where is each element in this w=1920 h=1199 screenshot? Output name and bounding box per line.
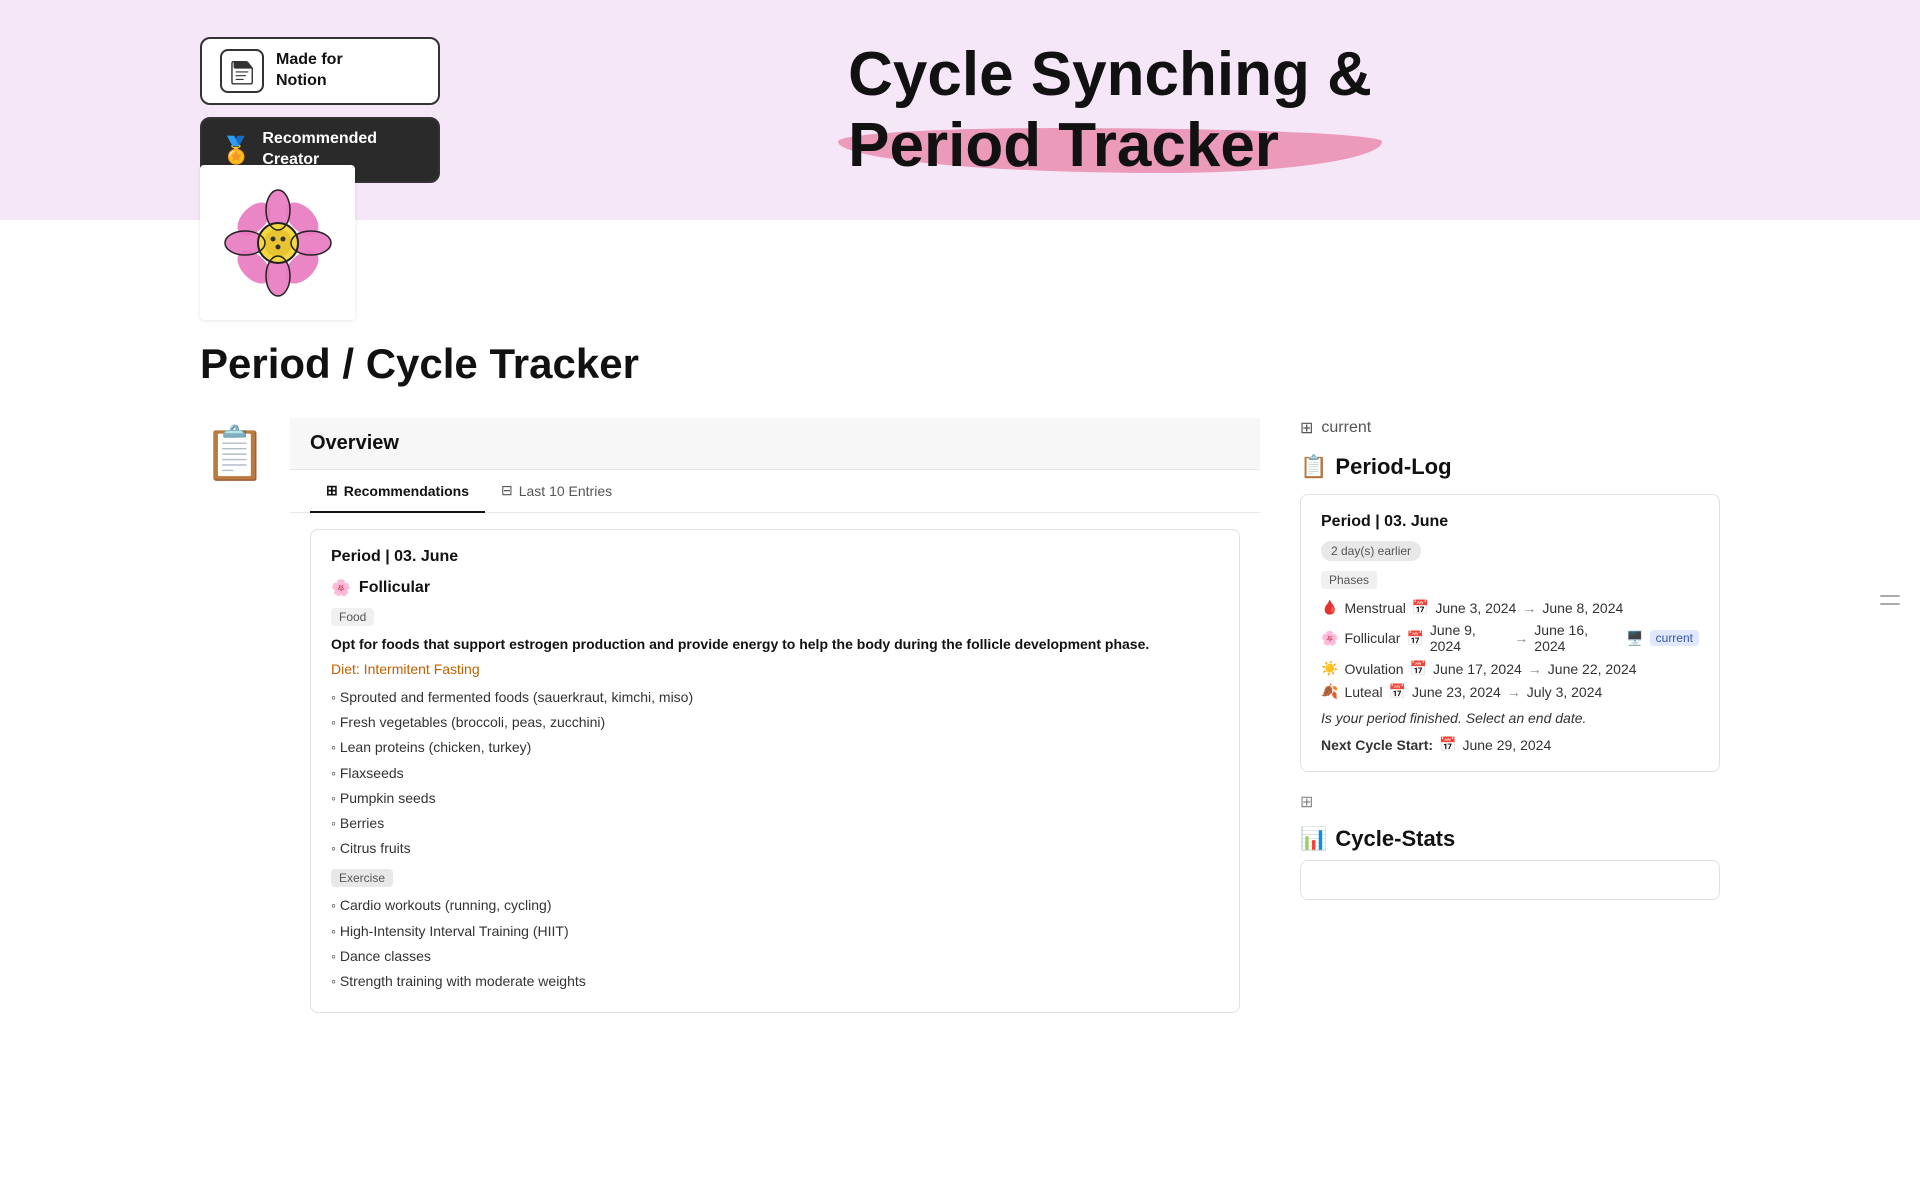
menstrual-start: June 3, 2024 bbox=[1435, 600, 1516, 616]
menstrual-name: Menstrual bbox=[1344, 600, 1405, 616]
tabs-row: ⊞ Recommendations ⊟ Last 10 Entries bbox=[290, 470, 1260, 513]
luteal-emoji: 🍂 bbox=[1321, 683, 1338, 700]
overview-header: Overview bbox=[290, 418, 1260, 470]
list-item: Cardio workouts (running, cycling) bbox=[331, 893, 1219, 918]
list-item: High-Intensity Interval Training (HIIT) bbox=[331, 919, 1219, 944]
notion-badge-text: Made for Notion bbox=[276, 50, 343, 92]
phases-label: Phases bbox=[1321, 571, 1377, 589]
next-cycle-label: Next Cycle Start: bbox=[1321, 737, 1433, 753]
ovulation-emoji: ☀️ bbox=[1321, 660, 1338, 677]
list-item: Flaxseeds bbox=[331, 761, 1219, 786]
cycle-stats-card-preview bbox=[1300, 860, 1720, 900]
menstrual-cal-icon: 📅 bbox=[1412, 599, 1429, 616]
period-question: Is your period finished. Select an end d… bbox=[1321, 710, 1699, 726]
food-tag: Food bbox=[331, 608, 374, 626]
ovulation-name: Ovulation bbox=[1344, 661, 1403, 677]
period-log-section-title: 📋 Period-Log bbox=[1300, 454, 1720, 480]
list-item: Dance classes bbox=[331, 944, 1219, 969]
follicular-start: June 9, 2024 bbox=[1430, 622, 1508, 654]
ovulation-start: June 17, 2024 bbox=[1433, 661, 1522, 677]
tab-recommendations[interactable]: ⊞ Recommendations bbox=[310, 470, 485, 513]
current-phase-badge: current bbox=[1650, 630, 1699, 646]
header-title-area: Cycle Synching & Period Tracker bbox=[500, 39, 1720, 182]
food-list: Sprouted and fermented foods (sauerkraut… bbox=[331, 685, 1219, 861]
ovulation-end: June 22, 2024 bbox=[1548, 661, 1637, 677]
current-label: ⊞ current bbox=[1300, 418, 1720, 438]
current-icon: 🖥️ bbox=[1626, 630, 1643, 647]
period-log-icon: 📋 bbox=[1300, 454, 1327, 480]
overview-title: Overview bbox=[310, 432, 399, 454]
phase-emoji: 🌸 bbox=[331, 578, 351, 598]
right-column: ⊞ current 📋 Period-Log Period | 03. June… bbox=[1300, 418, 1720, 1029]
header-title-wrapper: Cycle Synching & Period Tracker bbox=[848, 39, 1372, 182]
header-left: Made for Notion 🏅 Recommended Creator bbox=[200, 37, 440, 183]
scroll-line-1 bbox=[1880, 595, 1900, 597]
luteal-end: July 3, 2024 bbox=[1527, 684, 1603, 700]
page-main-title: Cycle Synching & Period Tracker bbox=[848, 39, 1372, 182]
overview-section: Overview ⊞ Recommendations ⊟ Last 10 Ent… bbox=[290, 418, 1260, 1029]
menstrual-end: June 8, 2024 bbox=[1542, 600, 1623, 616]
luteal-start: June 23, 2024 bbox=[1412, 684, 1501, 700]
period-log-title: Period | 03. June bbox=[1321, 513, 1699, 531]
tab-recommendations-label: Recommendations bbox=[344, 483, 469, 499]
left-column: 📋 Overview ⊞ Recommendations ⊟ bbox=[200, 418, 1260, 1029]
tab-grid-icon: ⊞ bbox=[326, 482, 338, 499]
phase-entry-menstrual: 🩸 Menstrual 📅 June 3, 2024 → June 8, 202… bbox=[1321, 599, 1699, 616]
award-icon: 🏅 bbox=[220, 135, 252, 166]
luteal-cal-icon: 📅 bbox=[1389, 683, 1406, 700]
phase-row: 🌸 Follicular bbox=[331, 578, 1219, 598]
follicular-emoji: 🌸 bbox=[1321, 630, 1338, 647]
list-item: Berries bbox=[331, 811, 1219, 836]
next-cycle-date: June 29, 2024 bbox=[1462, 737, 1551, 753]
ovulation-cal-icon: 📅 bbox=[1410, 660, 1427, 677]
cycle-stats-icon: 📊 bbox=[1300, 826, 1327, 852]
next-cycle-cal-icon: 📅 bbox=[1439, 736, 1456, 753]
list-item: Fresh vegetables (broccoli, peas, zucchi… bbox=[331, 710, 1219, 735]
scroll-line-2 bbox=[1880, 603, 1900, 605]
notion-icon bbox=[220, 49, 264, 93]
cycle-stats-title: 📊 Cycle-Stats bbox=[1300, 826, 1720, 852]
flower-area bbox=[0, 220, 1920, 300]
menstrual-emoji: 🩸 bbox=[1321, 599, 1338, 616]
tab-last-entries[interactable]: ⊟ Last 10 Entries bbox=[485, 470, 628, 513]
list-item: Sprouted and fermented foods (sauerkraut… bbox=[331, 685, 1219, 710]
grid-icon: ⊞ bbox=[1300, 418, 1313, 438]
tab-last-entries-label: Last 10 Entries bbox=[519, 483, 612, 499]
list-item: Citrus fruits bbox=[331, 836, 1219, 861]
exercise-list: Cardio workouts (running, cycling) High-… bbox=[331, 893, 1219, 994]
follicular-name: Follicular bbox=[1344, 630, 1400, 646]
list-item: Pumpkin seeds bbox=[331, 786, 1219, 811]
recommendation-card: Period | 03. June 🌸 Follicular Food Opt … bbox=[310, 529, 1240, 1013]
tab-table-icon: ⊟ bbox=[501, 482, 513, 499]
phase-entry-follicular: 🌸 Follicular 📅 June 9, 2024 → June 16, 2… bbox=[1321, 622, 1699, 654]
early-badge: 2 day(s) earlier bbox=[1321, 541, 1421, 561]
page-title: Period / Cycle Tracker bbox=[200, 340, 1720, 388]
phase-name: Follicular bbox=[359, 579, 430, 597]
icon-grid-row: ⊞ bbox=[1300, 792, 1720, 812]
current-text: current bbox=[1321, 419, 1371, 437]
grid-icon-2: ⊞ bbox=[1300, 792, 1313, 812]
period-log-card: Period | 03. June 2 day(s) earlier Phase… bbox=[1300, 494, 1720, 772]
notebook-icon: 📋 bbox=[200, 418, 270, 488]
food-description: Opt for foods that support estrogen prod… bbox=[331, 634, 1219, 655]
main-content: Period / Cycle Tracker 📋 Overview ⊞ bbox=[0, 300, 1920, 1049]
list-item: Lean proteins (chicken, turkey) bbox=[331, 735, 1219, 760]
diet-link[interactable]: Diet: Intermitent Fasting bbox=[331, 661, 1219, 677]
notion-badge: Made for Notion bbox=[200, 37, 440, 105]
phase-entry-luteal: 🍂 Luteal 📅 June 23, 2024 → July 3, 2024 bbox=[1321, 683, 1699, 700]
follicular-cal-icon: 📅 bbox=[1406, 630, 1423, 647]
flower-icon bbox=[223, 188, 333, 298]
next-cycle-row: Next Cycle Start: 📅 June 29, 2024 bbox=[1321, 736, 1699, 753]
scrollbar-indicator[interactable] bbox=[1880, 595, 1900, 605]
follicular-end: June 16, 2024 bbox=[1534, 622, 1620, 654]
luteal-name: Luteal bbox=[1344, 684, 1382, 700]
phase-entry-ovulation: ☀️ Ovulation 📅 June 17, 2024 → June 22, … bbox=[1321, 660, 1699, 677]
overview-row: 📋 Overview ⊞ Recommendations ⊟ bbox=[200, 418, 1260, 1029]
exercise-tag: Exercise bbox=[331, 869, 393, 887]
card-title: Period | 03. June bbox=[331, 548, 1219, 566]
flower-icon-container bbox=[200, 165, 355, 320]
list-item: Strength training with moderate weights bbox=[331, 969, 1219, 994]
content-grid: 📋 Overview ⊞ Recommendations ⊟ bbox=[200, 418, 1720, 1029]
